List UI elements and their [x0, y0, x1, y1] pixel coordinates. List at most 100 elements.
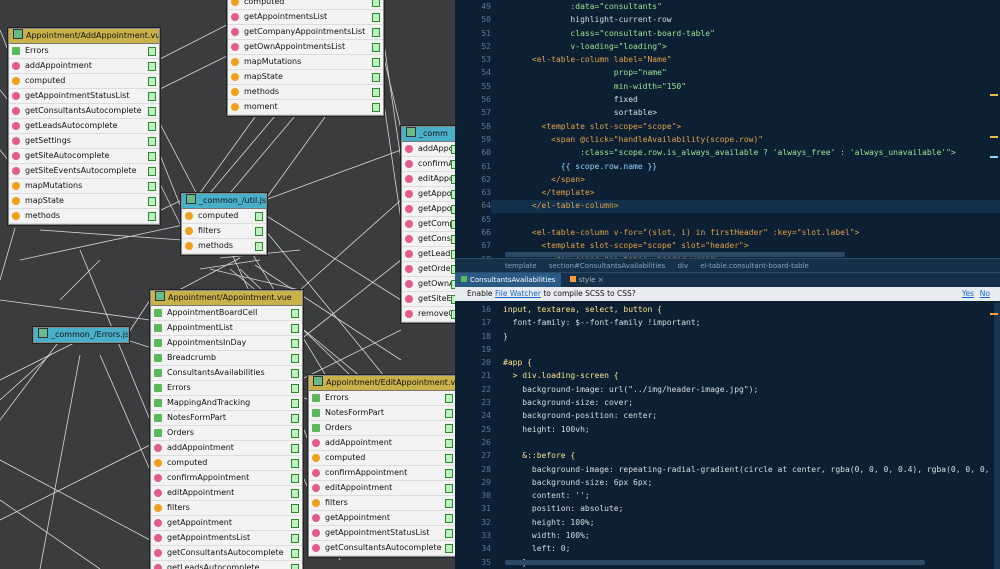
member-row[interactable]: NotesFormPart [151, 411, 302, 426]
member-row[interactable]: Errors [9, 44, 159, 59]
code-line[interactable] [503, 436, 1000, 449]
member-row[interactable]: addAppointment [309, 436, 455, 451]
member-row[interactable]: mapState [228, 70, 383, 85]
member-row[interactable]: getAppointment [151, 516, 302, 531]
code-line[interactable]: left: 0; [503, 542, 1000, 555]
code-line[interactable]: } [503, 330, 1000, 343]
member-row[interactable]: addAppointment [151, 441, 302, 456]
member-row[interactable]: addAppoi [402, 142, 455, 157]
member-row[interactable]: confirmAp [402, 157, 455, 172]
member-row[interactable]: getOwnAppointmentsList [228, 40, 383, 55]
member-row[interactable]: getAppointmentsList [151, 531, 302, 546]
code-line[interactable]: background-size: 6px 6px; [503, 476, 1000, 489]
node-util-js[interactable]: _common_/util.js computed filters methods [181, 193, 267, 255]
member-row[interactable]: methods [228, 85, 383, 100]
code-line[interactable]: background-image: url("../img/header-ima… [503, 383, 1000, 396]
code-line[interactable]: :data="consultants" [503, 0, 956, 13]
code-line[interactable]: #app { [503, 356, 1000, 369]
code-line[interactable] [503, 343, 1000, 356]
code-line[interactable]: <span @click="handleAvailability(scope.r… [503, 133, 956, 146]
code-line[interactable]: class="consultant-board-table" [503, 27, 956, 40]
member-row[interactable]: getConsultantsAutocomplete [151, 546, 302, 561]
code-line[interactable]: height: 100%; [503, 516, 1000, 529]
member-row[interactable]: confirmAppointment [151, 471, 302, 486]
error-stripe-mark[interactable] [990, 94, 998, 96]
code-line[interactable]: {{ scope.row.name }} [503, 160, 956, 173]
editor-pane-bottom[interactable]: 16 17 18 19 20 21 22 23 24 25 26 27 28 29 30 31 32 33 34 35… [455, 303, 1000, 569]
code-line[interactable]: > div.loading-screen { [503, 369, 1000, 382]
node-appointment-vue[interactable]: Appointment/Appointment.vue AppointmentB… [150, 290, 303, 569]
node-appointments-list[interactable]: computed getAppointmentsList getCompanyApp… [227, 0, 384, 116]
member-row[interactable]: mapState [9, 194, 159, 209]
member-row[interactable]: computed [309, 451, 455, 466]
node-edit-appointment-vue[interactable]: Appointment/EditAppointment.vue Errors No… [308, 375, 455, 557]
code-lines[interactable]: :data="consultants" highlight-current-ro… [503, 0, 956, 258]
member-row[interactable]: getAppointmentStatusList [9, 89, 159, 104]
code-line[interactable] [503, 213, 956, 226]
member-row[interactable]: getOrder [402, 262, 455, 277]
member-row[interactable]: AppointmentBoardCell [151, 306, 302, 321]
horizontal-scrollbar[interactable] [505, 560, 925, 565]
member-row[interactable]: AppointmentsInDay [151, 336, 302, 351]
code-line[interactable]: <el-table-column v-for="(slot, i) in fir… [503, 226, 956, 239]
member-row[interactable]: getConsultantsAutocomplete [9, 104, 159, 119]
code-line[interactable]: prop="name" [503, 66, 956, 79]
member-row[interactable]: removeOr [402, 307, 455, 322]
code-line[interactable]: <template slot-scope="scope" slot="heade… [503, 239, 956, 252]
code-line[interactable]: :class="scope.row.is_always_available ? … [503, 146, 956, 159]
error-stripe-mark[interactable] [990, 313, 998, 315]
member-row[interactable]: Errors [309, 391, 455, 406]
member-row[interactable]: getAppoi [402, 187, 455, 202]
code-line[interactable]: background-image: repeating-radial-gradi… [503, 463, 1000, 476]
code-line[interactable]: width: 100%; [503, 529, 1000, 542]
code-text[interactable]: input, textarea, select, button { font-f… [503, 303, 1000, 569]
member-row[interactable]: editAppointment [151, 486, 302, 501]
code-line[interactable]: fixed [503, 93, 956, 106]
member-row[interactable]: getConsultantsAutocomplete [309, 541, 455, 556]
editor-pane-top[interactable]: 4950515253545556575859606162636465666768… [455, 0, 1000, 258]
member-row[interactable]: addAppointment [9, 59, 159, 74]
member-row[interactable]: computed [9, 74, 159, 89]
code-line[interactable]: height: 100vh; [503, 423, 1000, 436]
member-row[interactable]: MappingAndTracking [151, 396, 302, 411]
member-row[interactable]: editAppoi [402, 172, 455, 187]
breadcrumb-item[interactable]: div [678, 262, 689, 270]
member-row[interactable]: getSiteEventsAutocomplete [9, 164, 159, 179]
member-row[interactable]: AppointmentList [151, 321, 302, 336]
member-row[interactable]: getAppointmentsList [228, 10, 383, 25]
member-row[interactable]: computed [151, 456, 302, 471]
member-row[interactable]: getSiteEv [402, 292, 455, 307]
member-row[interactable]: getOwnAp [402, 277, 455, 292]
member-row[interactable]: mapMutations [228, 55, 383, 70]
code-line[interactable]: input, textarea, select, button { [503, 303, 1000, 316]
node-errors-js[interactable]: _common_/Errors.js [33, 327, 129, 343]
member-row[interactable]: Errors [151, 381, 302, 396]
member-row[interactable]: getSiteAutocomplete [9, 149, 159, 164]
member-row[interactable]: computed [182, 209, 266, 224]
code-line[interactable]: position: absolute; [503, 502, 1000, 515]
code-line[interactable]: <template slot-scope="scope"> [503, 120, 956, 133]
code-line[interactable]: &::before { [503, 449, 1000, 462]
member-row[interactable]: getLeadsA [402, 247, 455, 262]
close-icon[interactable]: × [598, 276, 604, 284]
breadcrumb-item[interactable]: template [505, 262, 537, 270]
code-line[interactable]: v-loading="loading"> [503, 40, 956, 53]
breadcrumb-item[interactable]: section#ConsultantsAvailabilities [549, 262, 665, 270]
member-row[interactable]: methods [9, 209, 159, 224]
horizontal-scrollbar[interactable] [505, 252, 845, 257]
tab-style[interactable]: style × [564, 273, 610, 287]
member-row[interactable]: filters [182, 224, 266, 239]
member-row[interactable]: getLeadsAutocomplete [9, 119, 159, 134]
member-row[interactable]: Orders [309, 421, 455, 436]
member-row[interactable]: getCompanyAppointmentsList [228, 25, 383, 40]
code-line[interactable]: background-position: center; [503, 409, 1000, 422]
code-line[interactable]: <el-table-column label="Name" [503, 53, 956, 66]
code-line[interactable]: sortable> [503, 106, 956, 119]
member-row[interactable]: getLeadsAutocomplete [151, 561, 302, 569]
tab-consultants-availabilities[interactable]: ConsultantsAvailabilities [455, 273, 562, 287]
code-line[interactable]: content: ''; [503, 489, 1000, 502]
node-common-right[interactable]: _comm addAppoi confirmAp editAppoi getAppoi… [401, 126, 455, 323]
code-line[interactable]: </span> [503, 173, 956, 186]
file-watcher-link[interactable]: File Watcher [495, 289, 541, 298]
error-stripe-mark[interactable] [990, 136, 998, 138]
